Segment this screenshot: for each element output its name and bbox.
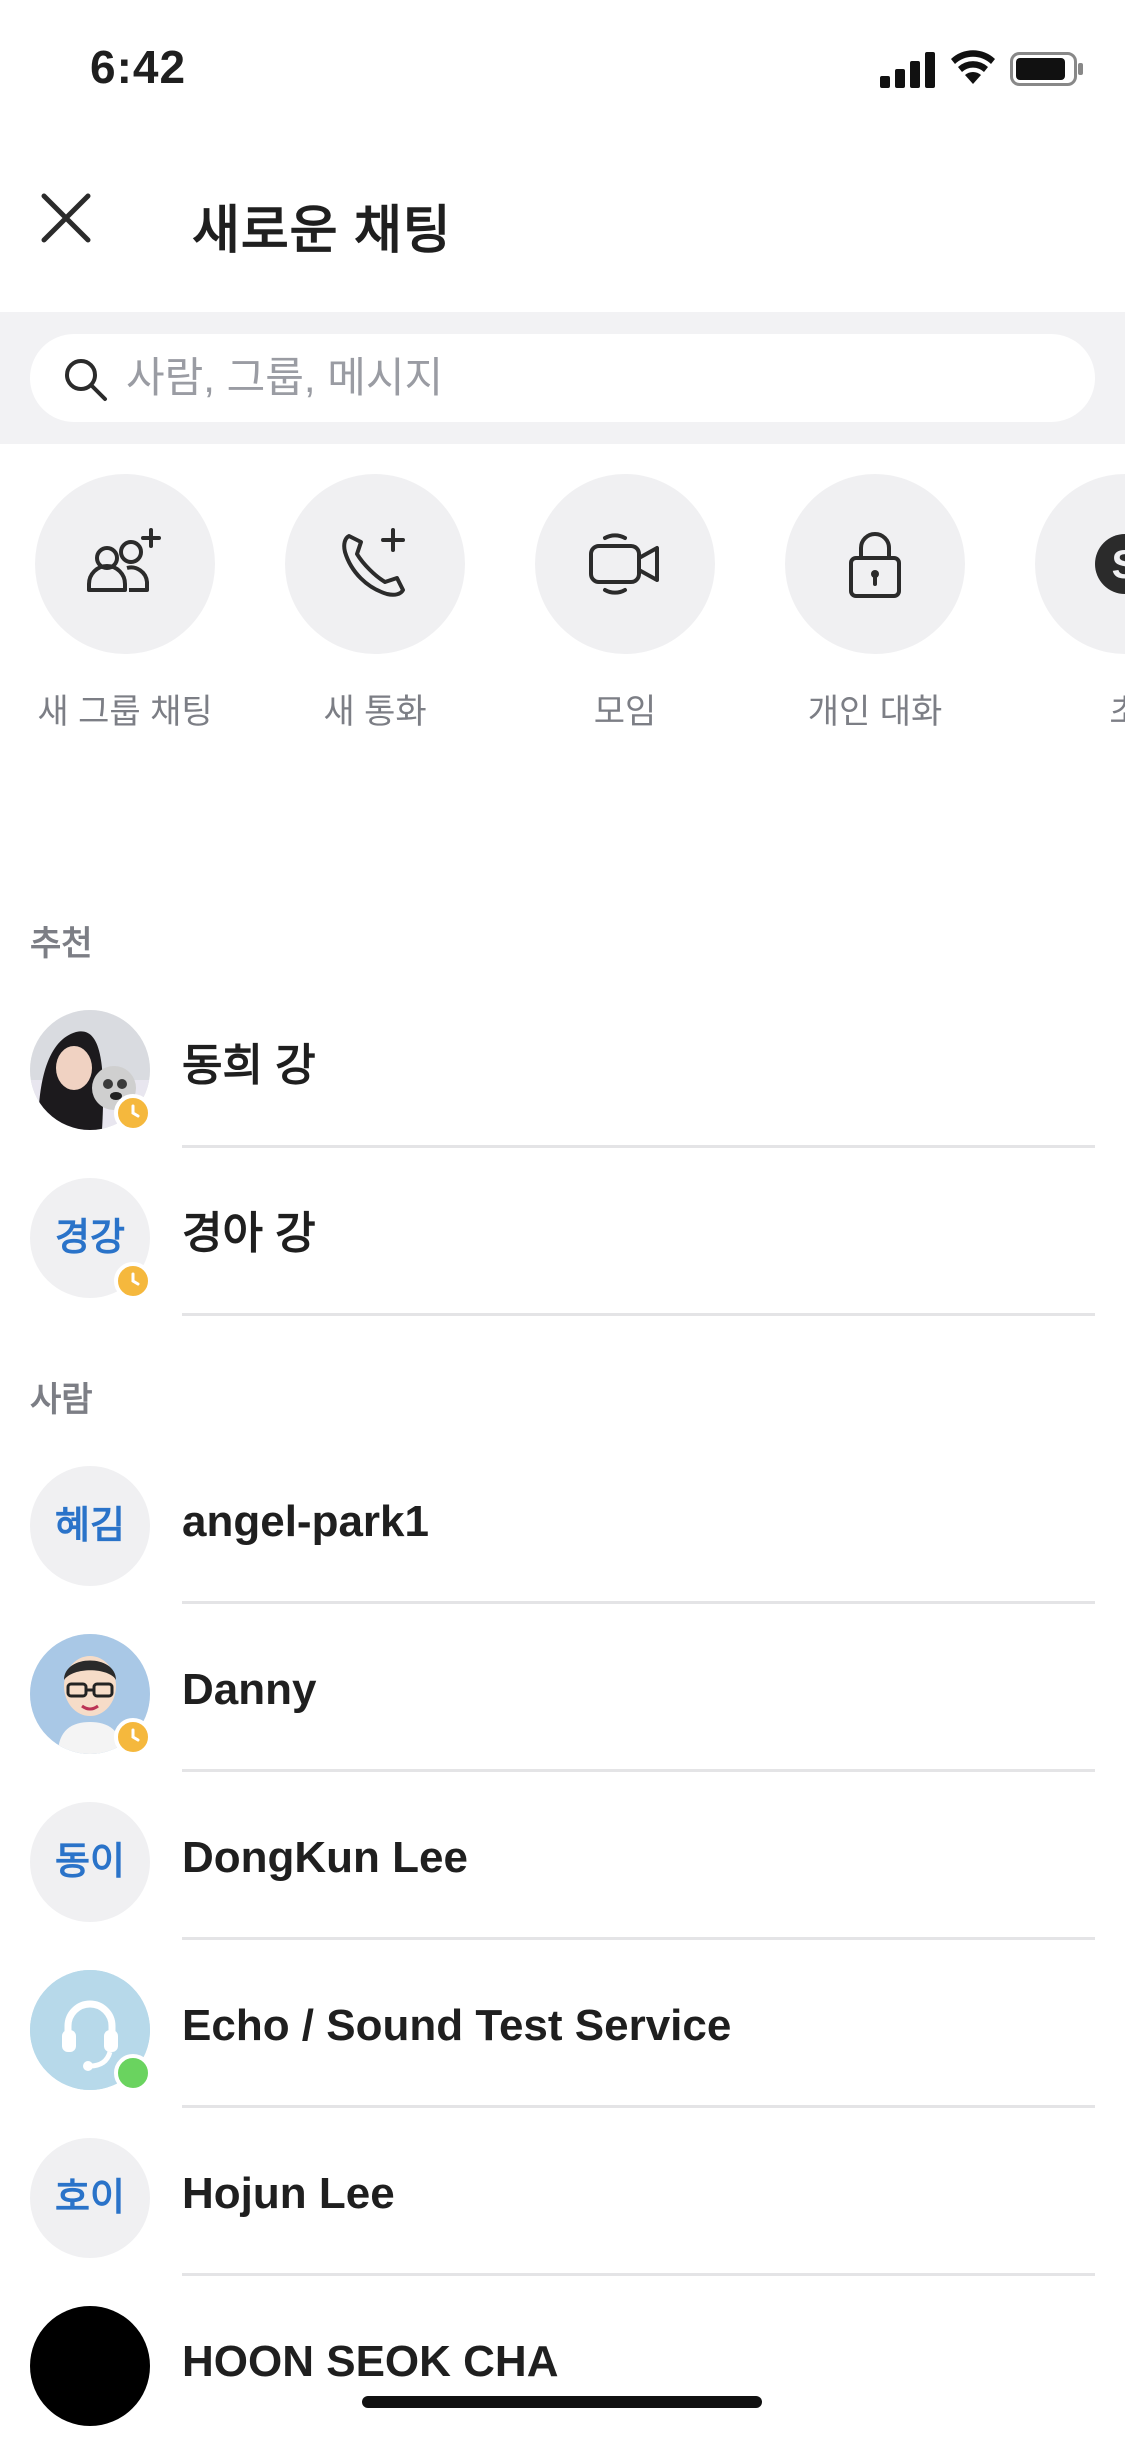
clock-icon xyxy=(131,1728,140,1742)
contact-row[interactable]: 동희 강 xyxy=(0,980,1125,1148)
new-group-chat-button[interactable]: 새 그룹 채팅 xyxy=(35,474,215,734)
clock-icon xyxy=(131,1272,140,1286)
presence-away-badge xyxy=(114,1262,152,1300)
contact-name: angel-park1 xyxy=(182,1497,429,1546)
home-indicator[interactable] xyxy=(362,2396,762,2408)
status-bar: 6:42 xyxy=(0,0,1125,140)
meeting-button[interactable]: 모임 xyxy=(535,474,715,734)
battery-icon xyxy=(1010,52,1083,86)
contact-row[interactable]: 경강 경아 강 xyxy=(0,1148,1125,1316)
meeting-label: 모임 xyxy=(593,693,657,731)
new-group-chat-circle xyxy=(35,474,215,654)
invite-button[interactable]: S 초 xyxy=(1035,474,1125,734)
private-conversation-label: 개인 대화 xyxy=(807,693,943,731)
clock-icon xyxy=(131,1104,140,1118)
presence-online-badge xyxy=(114,2054,152,2092)
avatar: 동이 xyxy=(30,1802,150,1922)
search-bar: 사람, 그룹, 메시지 xyxy=(0,312,1125,444)
lock-icon xyxy=(849,532,901,598)
avatar-initials: 동이 xyxy=(55,1841,125,1883)
avatar xyxy=(30,1970,152,2092)
contact-name: 경아 강 xyxy=(182,1209,316,1258)
contact-name: Hojun Lee xyxy=(182,2169,395,2218)
skype-icon: S xyxy=(1095,534,1125,594)
cellular-signal-icon xyxy=(880,52,935,88)
quick-actions: 새 그룹 채팅 새 통화 모임 개인 대화 xyxy=(0,474,1125,744)
section-label-suggested: 추천 xyxy=(30,925,93,963)
add-call-icon xyxy=(342,528,405,597)
avatar-initials: 호이 xyxy=(55,2177,125,2219)
svg-text:S: S xyxy=(1112,543,1125,587)
close-icon[interactable] xyxy=(36,188,96,248)
new-call-label: 새 통화 xyxy=(323,693,427,731)
avatar: 경강 xyxy=(30,1178,152,1300)
contact-row[interactable]: Danny xyxy=(0,1604,1125,1772)
status-time: 6:42 xyxy=(90,41,187,93)
contact-row[interactable]: HOON SEOK CHA xyxy=(0,2276,1125,2444)
add-group-icon xyxy=(87,528,161,592)
video-meeting-icon xyxy=(589,533,659,595)
contact-row[interactable]: 동이 DongKun Lee xyxy=(0,1772,1125,1940)
presence-away-badge xyxy=(114,1718,152,1756)
avatar xyxy=(30,1634,152,1756)
new-call-button[interactable]: 새 통화 xyxy=(285,474,465,734)
page-title: 새로운 채팅 xyxy=(192,202,452,260)
meeting-circle xyxy=(535,474,715,654)
avatar-initials: 혜김 xyxy=(55,1505,125,1547)
invite-label: 초 xyxy=(995,684,1125,733)
avatar: 혜김 xyxy=(30,1466,150,1586)
contact-name: HOON SEOK CHA xyxy=(182,2337,559,2386)
search-input[interactable]: 사람, 그룹, 메시지 xyxy=(30,334,1095,422)
invite-circle: S xyxy=(1035,474,1125,654)
search-icon xyxy=(65,359,107,401)
contact-name: DongKun Lee xyxy=(182,1833,468,1882)
row-divider xyxy=(182,1313,1095,1316)
contact-name: Danny xyxy=(182,1665,317,1714)
private-conversation-circle xyxy=(785,474,965,654)
private-conversation-button[interactable]: 개인 대화 xyxy=(785,474,965,734)
presence-away-badge xyxy=(114,1094,152,1132)
contact-name: Echo / Sound Test Service xyxy=(182,2001,732,2050)
contact-row[interactable]: 호이 Hojun Lee xyxy=(0,2108,1125,2276)
avatar: 호이 xyxy=(30,2138,150,2258)
wifi-icon xyxy=(951,50,995,84)
avatar xyxy=(30,2306,150,2426)
contact-row[interactable]: Echo / Sound Test Service xyxy=(0,1940,1125,2108)
new-call-circle xyxy=(285,474,465,654)
contact-row[interactable]: 혜김 angel-park1 xyxy=(0,1436,1125,1604)
contact-name: 동희 강 xyxy=(182,1041,316,1090)
new-group-chat-label: 새 그룹 채팅 xyxy=(37,693,213,731)
header: 새로운 채팅 xyxy=(0,160,1125,310)
search-placeholder: 사람, 그룹, 메시지 xyxy=(126,354,444,401)
avatar xyxy=(30,1010,152,1132)
section-label-people: 사람 xyxy=(30,1381,93,1419)
